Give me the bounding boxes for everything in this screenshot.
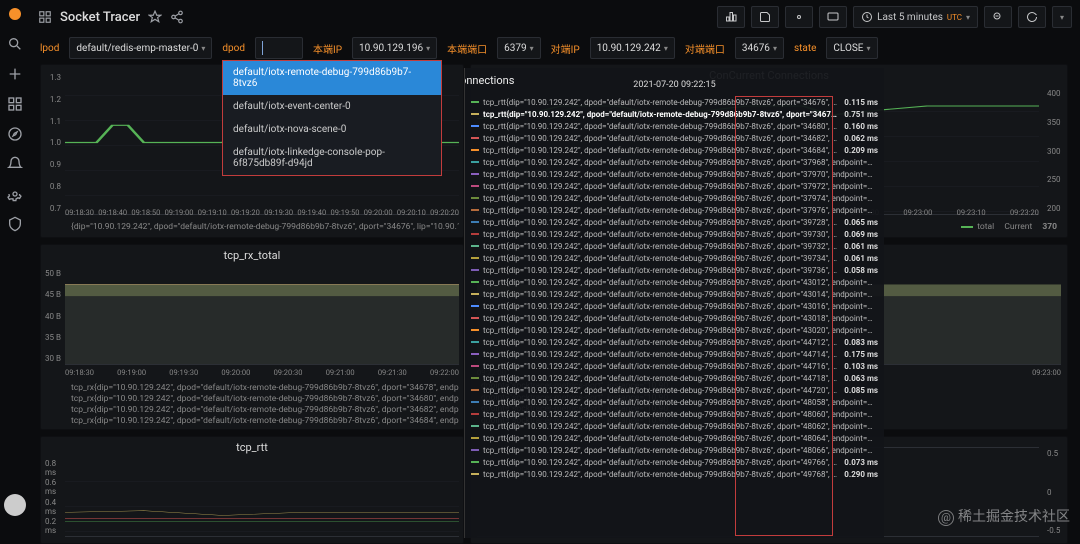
time-tz: UTC bbox=[947, 13, 962, 22]
var-lip-label: 本端IP bbox=[313, 41, 342, 56]
var-dpod-dropdown[interactable]: default/iotx-remote-debug-799d86b9b7-8tv… bbox=[222, 60, 442, 176]
template-variables-row: lpod default/redis-emp-master-0▾ dpod 本端… bbox=[40, 36, 1068, 60]
tooltip-row: tcp_rtt{dip="10.90.129.242", dpod="defau… bbox=[465, 204, 884, 216]
grafana-icon[interactable] bbox=[7, 6, 23, 22]
time-range-button[interactable]: Last 5 minutes UTC ▾ bbox=[853, 6, 978, 28]
var-lport-select[interactable]: 6379▾ bbox=[497, 37, 541, 59]
tooltip-row: tcp_rtt{dip="10.90.129.242", dpod="defau… bbox=[465, 396, 884, 408]
avatar[interactable] bbox=[4, 494, 26, 516]
nav-rail bbox=[0, 0, 30, 544]
tooltip-row: tcp_rtt{dip="10.90.129.242", dpod="defau… bbox=[465, 444, 884, 456]
tooltip-row: tcp_rtt{dip="10.90.129.242", dpod="defau… bbox=[465, 144, 884, 156]
tooltip-row: tcp_rtt{dip="10.90.129.242", dpod="defau… bbox=[465, 168, 884, 180]
tooltip-time: 2021-07-20 09:22:15 bbox=[465, 80, 884, 90]
tooltip-row: tcp_rtt{dip="10.90.129.242", dpod="defau… bbox=[465, 120, 884, 132]
var-state-select[interactable]: CLOSE▾ bbox=[826, 37, 877, 59]
panel-tcp-rx[interactable]: tcp_rx_total 50 B45 B40 B35 B30 B 09:18:… bbox=[40, 244, 464, 430]
var-lip-select[interactable]: 10.90.129.196▾ bbox=[352, 37, 437, 59]
dpod-option[interactable]: default/iotx-event-center-0 bbox=[223, 95, 441, 118]
tooltip-row: tcp_rtt{dip="10.90.129.242", dpod="defau… bbox=[465, 384, 884, 396]
explore-icon[interactable] bbox=[7, 126, 23, 142]
dashboards-icon[interactable] bbox=[7, 96, 23, 112]
tooltip-row: tcp_rtt{dip="10.90.129.242", dpod="defau… bbox=[465, 468, 884, 480]
refresh-button[interactable] bbox=[1018, 6, 1046, 28]
tooltip-row: tcp_rtt{dip="10.90.129.242", dpod="defau… bbox=[465, 288, 884, 300]
search-icon[interactable] bbox=[7, 36, 23, 52]
tooltip-row: tcp_rtt{dip="10.90.129.242", dpod="defau… bbox=[465, 240, 884, 252]
panel-tcp-rtt-title: tcp_rtt bbox=[41, 437, 463, 458]
dpod-option[interactable]: default/iotx-remote-debug-799d86b9b7-8tv… bbox=[223, 61, 441, 95]
tv-button[interactable] bbox=[819, 6, 847, 28]
tooltip-row: tcp_rtt{dip="10.90.129.242", dpod="defau… bbox=[465, 312, 884, 324]
tooltip-row: tcp_rtt{dip="10.90.129.242", dpod="defau… bbox=[465, 108, 884, 120]
settings-button[interactable] bbox=[785, 6, 813, 28]
shield-icon[interactable] bbox=[7, 216, 23, 232]
tooltip-row: tcp_rtt{dip="10.90.129.242", dpod="defau… bbox=[465, 360, 884, 372]
tooltip-row: tcp_rtt{dip="10.90.129.242", dpod="defau… bbox=[465, 432, 884, 444]
refresh-interval-button[interactable]: ▾ bbox=[1052, 6, 1072, 28]
tooltip-row: tcp_rtt{dip="10.90.129.242", dpod="defau… bbox=[465, 372, 884, 384]
tooltip-row: tcp_rtt{dip="10.90.129.242", dpod="defau… bbox=[465, 252, 884, 264]
tooltip-row: tcp_rtt{dip="10.90.129.242", dpod="defau… bbox=[465, 276, 884, 288]
tooltip-row: tcp_rtt{dip="10.90.129.242", dpod="defau… bbox=[465, 264, 884, 276]
tooltip-row: tcp_rtt{dip="10.90.129.242", dpod="defau… bbox=[465, 180, 884, 192]
zoom-out-button[interactable] bbox=[984, 6, 1012, 28]
tooltip-row: tcp_rtt{dip="10.90.129.242", dpod="defau… bbox=[465, 132, 884, 144]
page-title: Socket Tracer bbox=[60, 10, 140, 25]
watermark: @稀土掘金技术社区 bbox=[938, 506, 1070, 526]
var-lpod-select[interactable]: default/redis-emp-master-0▾ bbox=[69, 37, 212, 59]
chart-tooltip: ConCurrent Connections 2021-07-20 09:22:… bbox=[464, 68, 884, 538]
dashboard-grid-icon bbox=[38, 10, 52, 24]
share-icon[interactable] bbox=[170, 10, 184, 24]
var-dport-label: 对端端口 bbox=[685, 41, 725, 56]
var-lpod-label: lpod bbox=[40, 43, 59, 54]
tooltip-row: tcp_rtt{dip="10.90.129.242", dpod="defau… bbox=[465, 228, 884, 240]
var-dport-select[interactable]: 34676▾ bbox=[735, 37, 784, 59]
tooltip-row: tcp_rtt{dip="10.90.129.242", dpod="defau… bbox=[465, 300, 884, 312]
var-lport-label: 本端端口 bbox=[447, 41, 487, 56]
gear-icon[interactable] bbox=[7, 186, 23, 202]
plus-icon[interactable] bbox=[7, 66, 23, 82]
panel-tcp-rx-title: tcp_rx_total bbox=[41, 245, 463, 266]
alert-icon[interactable] bbox=[7, 156, 23, 172]
tooltip-row: tcp_rtt{dip="10.90.129.242", dpod="defau… bbox=[465, 420, 884, 432]
tooltip-row: tcp_rtt{dip="10.90.129.242", dpod="defau… bbox=[465, 336, 884, 348]
tooltip-row: tcp_rtt{dip="10.90.129.242", dpod="defau… bbox=[465, 348, 884, 360]
topbar: Socket Tracer Last 5 minutes UTC ▾ ▾ bbox=[30, 0, 1080, 34]
tooltip-row: tcp_rtt{dip="10.90.129.242", dpod="defau… bbox=[465, 96, 884, 108]
dpod-option[interactable]: default/iotx-nova-scene-0 bbox=[223, 118, 441, 141]
panel-tcp-rtt[interactable]: tcp_rtt 0.8 ms0.6 ms0.4 ms0.2 ms bbox=[40, 436, 464, 544]
tooltip-row: tcp_rtt{dip="10.90.129.242", dpod="defau… bbox=[465, 192, 884, 204]
add-panel-button[interactable] bbox=[717, 6, 745, 28]
save-button[interactable] bbox=[751, 6, 779, 28]
var-dpod-input[interactable] bbox=[255, 37, 303, 59]
star-icon[interactable] bbox=[148, 10, 162, 24]
time-range-label: Last 5 minutes bbox=[877, 12, 943, 23]
tooltip-row: tcp_rtt{dip="10.90.129.242", dpod="defau… bbox=[465, 324, 884, 336]
var-state-label: state bbox=[794, 43, 816, 54]
var-dpod-label: dpod bbox=[222, 43, 245, 54]
tooltip-row: tcp_rtt{dip="10.90.129.242", dpod="defau… bbox=[465, 216, 884, 228]
panel-generic-legend: {dip="10.90.129.242", dpod="default/iotx… bbox=[71, 222, 459, 233]
var-dip-label: 对端IP bbox=[551, 41, 580, 56]
tooltip-row: tcp_rtt{dip="10.90.129.242", dpod="defau… bbox=[465, 156, 884, 168]
tooltip-row: tcp_rtt{dip="10.90.129.242", dpod="defau… bbox=[465, 408, 884, 420]
var-dip-select[interactable]: 10.90.129.242▾ bbox=[590, 37, 675, 59]
tooltip-row: tcp_rtt{dip="10.90.129.242", dpod="defau… bbox=[465, 456, 884, 468]
dpod-option[interactable]: default/iotx-linkedge-console-pop-6f875d… bbox=[223, 141, 441, 175]
